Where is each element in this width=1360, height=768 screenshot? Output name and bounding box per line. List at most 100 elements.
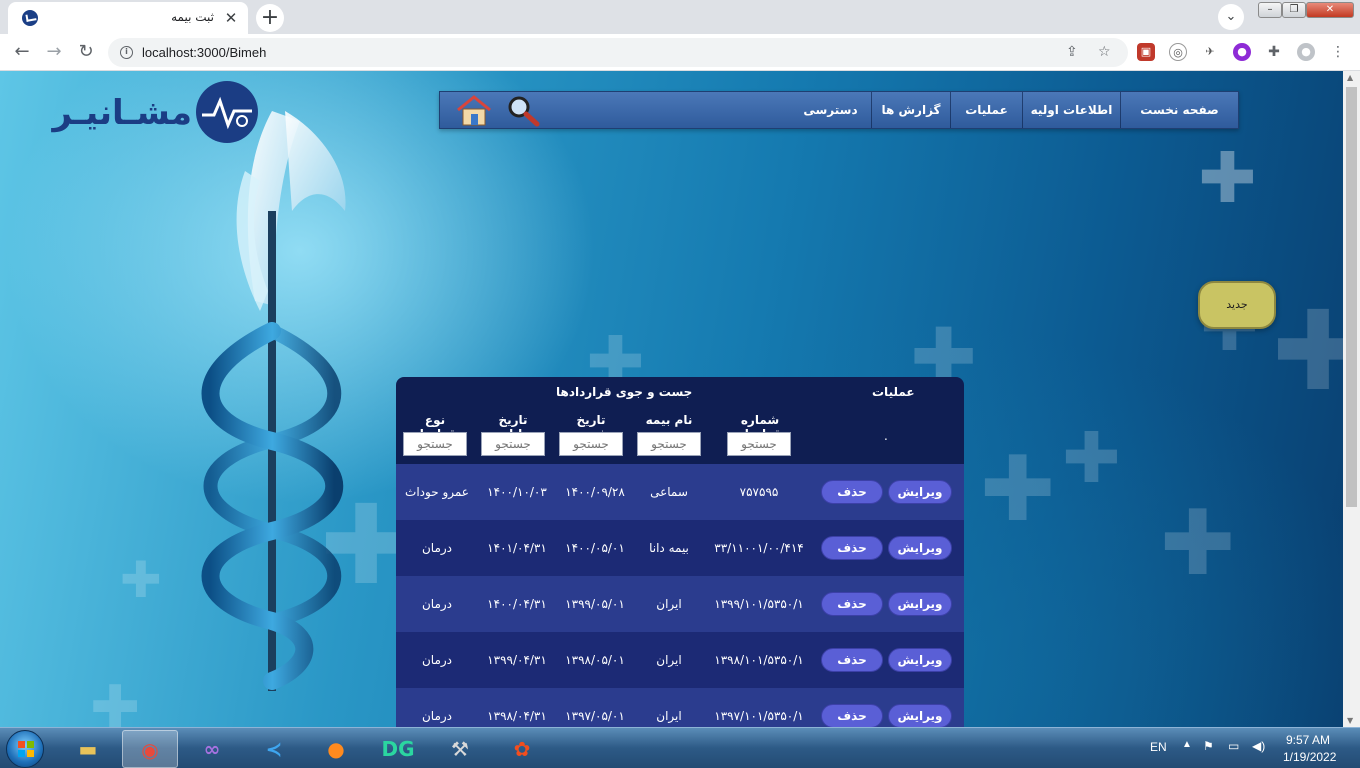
chrome-taskbar-icon[interactable]: ◉ (122, 730, 178, 768)
bookmark-star-icon[interactable]: ☆ (1098, 44, 1111, 60)
cell-start-date: ۱۴۰۰/۰۹/۲۸ (565, 485, 625, 499)
table-row: ویرایش حذف ۱۳۹۹/۱۰۱/۵۳۵۰/۱ ایران ۱۳۹۹/۰۵… (396, 576, 964, 632)
search-input-start-date[interactable] (559, 432, 623, 456)
nav-item-basic-info[interactable]: اطلاعات اولیه (1022, 92, 1120, 128)
nav-item-reports[interactable]: گزارش ها (871, 92, 950, 128)
search-input-insurer[interactable] (637, 432, 701, 456)
firefox-taskbar-icon[interactable]: ● (308, 730, 364, 768)
cell-start-date: ۱۴۰۰/۰۵/۰۱ (565, 541, 625, 555)
column-header-insurer: نام بیمه (645, 413, 693, 427)
extension-icon[interactable]: ✈ (1201, 43, 1219, 61)
share-icon[interactable]: ⇪ (1066, 44, 1078, 60)
edit-button[interactable]: ویرایش (888, 536, 952, 560)
logo-mark-icon (196, 81, 258, 143)
cell-insurer: ایران (656, 709, 682, 723)
extension-icon[interactable]: ● (1233, 43, 1251, 61)
show-hidden-icons-icon[interactable]: ▲ (1182, 739, 1192, 750)
edit-button[interactable]: ویرایش (888, 648, 952, 672)
main-navbar: صفحه نخست اطلاعات اولیه عملیات گزارش ها … (439, 91, 1239, 129)
cell-start-date: ۱۳۹۷/۰۵/۰۱ (565, 709, 625, 723)
file-explorer-taskbar-icon[interactable]: ▬ (60, 730, 116, 768)
new-contract-button[interactable]: جدید (1198, 281, 1276, 329)
cell-end-date: ۱۳۹۸/۰۴/۳۱ (487, 709, 547, 723)
close-window-button[interactable]: ✕ (1306, 2, 1354, 18)
nav-item-home[interactable]: صفحه نخست (1120, 92, 1238, 128)
search-header: جست و جوی قراردادها (556, 385, 693, 399)
table-row: ویرایش حذف ۷۵۷۵۹۵ سماعی ۱۴۰۰/۰۹/۲۸ ۱۴۰۰/… (396, 464, 964, 520)
site-info-icon[interactable]: i (120, 46, 133, 59)
cell-contract-type: درمان (421, 653, 453, 667)
delete-button[interactable]: حذف (821, 480, 883, 504)
clock-date[interactable]: 1/19/2022 (1283, 750, 1336, 764)
extensions-puzzle-icon[interactable]: ✚ (1265, 43, 1283, 61)
cell-contract-type: درمان (421, 541, 453, 555)
edit-button[interactable]: ویرایش (888, 480, 952, 504)
operations-header: عملیات (872, 385, 915, 399)
logo-text: مشـانیـر (52, 93, 192, 133)
medical-cross-decoration-icon: ✚ (120, 551, 162, 609)
cell-contract-no: ۷۵۷۵۹۵ (739, 485, 779, 499)
visual-studio-taskbar-icon[interactable]: ∞ (184, 730, 240, 768)
start-button[interactable] (6, 730, 44, 768)
cell-contract-type: عمرو حوداث (405, 485, 469, 499)
search-input-end-date[interactable] (481, 432, 545, 456)
browser-tab[interactable]: ثبت بیمه ✕ (8, 2, 248, 34)
scroll-down-icon[interactable]: ▼ (1347, 716, 1353, 725)
scrollbar-thumb[interactable] (1346, 87, 1357, 507)
cell-end-date: ۱۴۰۱/۰۴/۳۱ (487, 541, 547, 555)
windows-taskbar: ▬ ◉ ∞ ≺ ● DG ⚒ ✿ EN ▲ ⚑ ▭ ◀) 9:57 AM 1/19/2022 (0, 727, 1360, 768)
input-language-indicator[interactable]: EN (1150, 740, 1167, 754)
volume-icon[interactable]: ◀) (1252, 739, 1265, 753)
nav-item-operations[interactable]: عملیات (950, 92, 1022, 128)
tab-search-icon[interactable]: ⌄ (1218, 4, 1244, 30)
figma-taskbar-icon[interactable]: ✿ (494, 730, 550, 768)
nav-item-access[interactable]: دسترسی (790, 92, 871, 128)
vscode-taskbar-icon[interactable]: ≺ (246, 730, 302, 768)
table-row: ویرایش حذف ۱۳۹۷/۱۰۱/۵۳۵۰/۱ ایران ۱۳۹۷/۰۵… (396, 688, 964, 727)
address-bar[interactable]: i localhost:3000/Bimeh ⇪ ☆ (108, 38, 1128, 67)
delete-button[interactable]: حذف (821, 536, 883, 560)
site-logo[interactable]: مشـانیـر (52, 81, 262, 145)
profile-avatar-icon[interactable]: ● (1297, 43, 1315, 61)
home-icon[interactable] (456, 95, 492, 127)
header-dot: . (884, 429, 888, 443)
new-tab-button[interactable]: + (256, 4, 284, 32)
edit-button[interactable]: ویرایش (888, 704, 952, 727)
contracts-table: عملیات جست و جوی قراردادها . شماره قرارد… (396, 377, 964, 727)
edit-button[interactable]: ویرایش (888, 592, 952, 616)
medical-cross-decoration-icon: ✚ (980, 437, 1056, 542)
extension-icon[interactable]: ▣ (1137, 43, 1155, 61)
delete-button[interactable]: حذف (821, 592, 883, 616)
back-icon[interactable]: ← (9, 40, 35, 66)
delete-button[interactable]: حذف (821, 648, 883, 672)
datagrip-taskbar-icon[interactable]: DG (370, 730, 426, 768)
search-input-contract-type[interactable] (403, 432, 467, 456)
medical-cross-decoration-icon: ✚ (90, 673, 141, 727)
build-tools-taskbar-icon[interactable]: ⚒ (432, 730, 488, 768)
scroll-up-icon[interactable]: ▲ (1347, 73, 1353, 82)
minimize-button[interactable]: – (1258, 2, 1282, 18)
cell-contract-type: درمان (421, 709, 453, 723)
url-text[interactable]: localhost:3000/Bimeh (142, 45, 266, 60)
page-viewport: ✚ ✚ ✚ ✚ ✚ ✚ ✚ ✚ ✚ ✚ ✚ (0, 71, 1343, 727)
tab-close-icon[interactable]: ✕ (222, 9, 240, 27)
site-favicon-icon (22, 10, 38, 26)
search-input-contract-no[interactable] (727, 432, 791, 456)
table-header: عملیات جست و جوی قراردادها . شماره قرارد… (396, 377, 964, 464)
search-icon[interactable] (506, 95, 540, 127)
page-scrollbar[interactable]: ▲ ▼ (1343, 71, 1360, 727)
cell-contract-type: درمان (421, 597, 453, 611)
extension-icon[interactable]: ◎ (1169, 43, 1187, 61)
cell-end-date: ۱۴۰۰/۰۴/۳۱ (487, 597, 547, 611)
reload-icon[interactable]: ↻ (73, 40, 99, 66)
network-icon[interactable]: ▭ (1228, 739, 1239, 753)
maximize-button[interactable]: ❐ (1282, 2, 1306, 18)
action-center-flag-icon[interactable]: ⚑ (1203, 739, 1214, 753)
clock-time[interactable]: 9:57 AM (1286, 733, 1330, 747)
browser-menu-icon[interactable]: ⋮ (1329, 43, 1347, 61)
forward-icon[interactable]: → (41, 40, 67, 66)
cell-start-date: ۱۳۹۹/۰۵/۰۱ (565, 597, 625, 611)
delete-button[interactable]: حذف (821, 704, 883, 727)
medical-cross-decoration-icon: ✚ (1198, 137, 1257, 219)
browser-toolbar: ← → ↻ i localhost:3000/Bimeh ⇪ ☆ ▣ ◎ ✈ ●… (0, 34, 1360, 71)
